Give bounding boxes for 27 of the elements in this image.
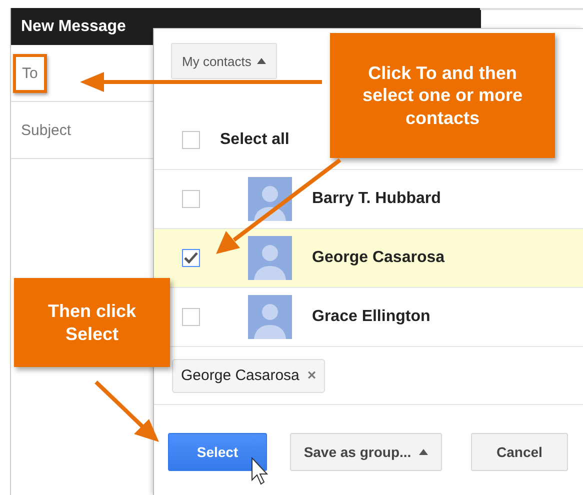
contact-name: Barry T. Hubbard (312, 190, 441, 208)
checkbox[interactable] (182, 249, 200, 267)
chip-label: George Casarosa (181, 367, 300, 384)
contact-name: George Casarosa (312, 249, 445, 267)
avatar-icon (248, 236, 292, 280)
avatar-icon (248, 295, 292, 339)
contact-row[interactable]: George Casarosa (154, 229, 583, 288)
contact-row[interactable]: Barry T. Hubbard (154, 170, 583, 229)
callout-tooltip: Click To and then select one or more contacts (330, 33, 555, 158)
triangle-up-icon (419, 449, 428, 455)
cursor-icon (252, 456, 268, 485)
field-label: Subject (21, 122, 72, 138)
contacts-dropdown[interactable]: My contacts (171, 43, 278, 79)
callout-tooltip: Then click Select (14, 278, 170, 367)
field-label: To (13, 54, 47, 92)
arrow-drawing (94, 380, 159, 442)
select-button[interactable]: Select (168, 433, 267, 471)
contact-name: Grace Ellington (312, 308, 430, 326)
select-all-label: Select all (220, 131, 290, 149)
triangle-up-icon (257, 58, 266, 64)
checkbox[interactable] (182, 131, 200, 149)
menu-button[interactable]: Save as group... (290, 433, 442, 471)
checkbox[interactable] (182, 190, 200, 208)
cancel-button[interactable]: Cancel (471, 433, 568, 471)
remove-button[interactable]: × (307, 367, 316, 384)
avatar-icon (248, 177, 292, 221)
checkbox[interactable] (182, 308, 200, 326)
